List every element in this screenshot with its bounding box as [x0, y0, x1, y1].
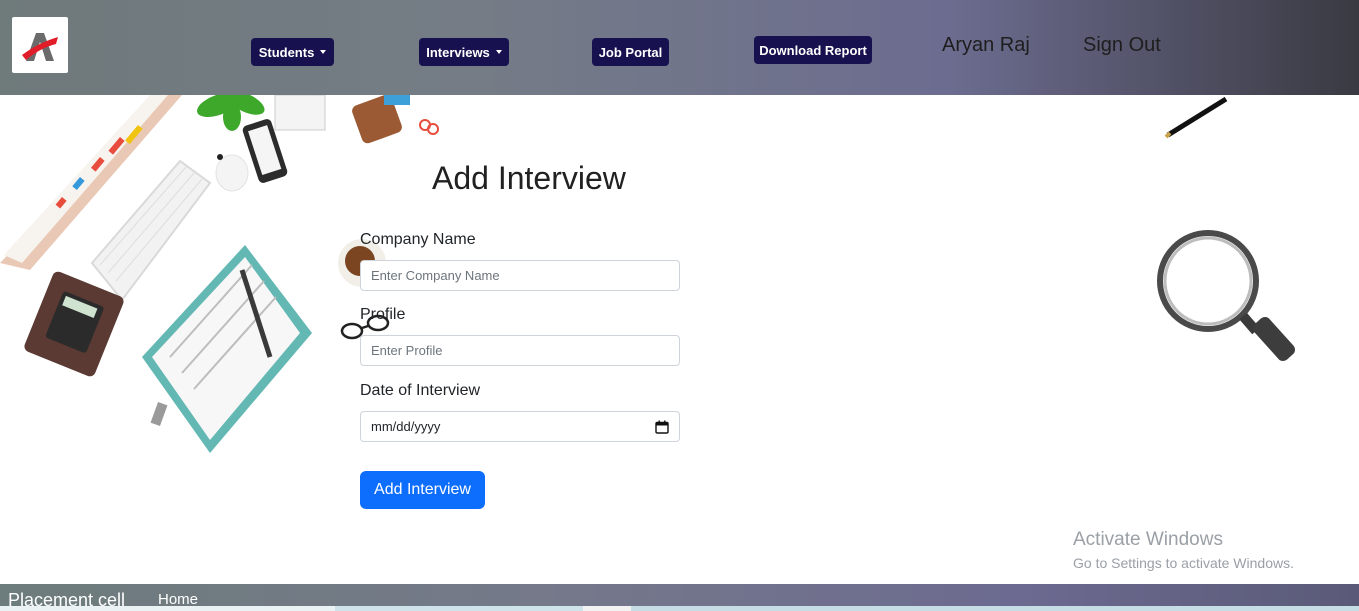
caret-down-icon: [495, 50, 502, 54]
page-title: Add Interview: [432, 160, 626, 196]
footer-strip-segment: [0, 606, 335, 611]
interviews-label: Interviews: [426, 44, 490, 60]
sign-out-link[interactable]: Sign Out: [1083, 34, 1161, 57]
download-report-button[interactable]: Download Report: [754, 36, 872, 64]
top-navbar: Students Interviews Job Portal Download …: [0, 0, 1359, 95]
students-dropdown-button[interactable]: Students: [251, 38, 334, 66]
date-placeholder: mm/dd/yyyy: [371, 419, 441, 434]
job-portal-label: Job Portal: [598, 44, 663, 60]
calendar-icon[interactable]: [655, 420, 669, 434]
company-name-input[interactable]: [360, 260, 680, 291]
interviews-dropdown-button[interactable]: Interviews: [419, 38, 509, 66]
footer-navbar: Placement cell Home: [0, 584, 1359, 611]
add-interview-button[interactable]: Add Interview: [360, 471, 485, 509]
user-name-link[interactable]: Aryan Raj: [942, 34, 1030, 57]
profile-label: Profile: [360, 306, 406, 323]
activate-windows-title: Activate Windows: [1073, 529, 1223, 550]
profile-input[interactable]: [360, 335, 680, 366]
page: Students Interviews Job Portal Download …: [0, 0, 1359, 611]
date-of-interview-label: Date of Interview: [360, 382, 481, 399]
caret-down-icon: [320, 50, 327, 54]
students-label: Students: [258, 44, 315, 60]
footer-strip-segment: [631, 606, 1359, 611]
download-report-label: Download Report: [759, 42, 867, 58]
date-of-interview-input[interactable]: mm/dd/yyyy: [360, 411, 680, 442]
app-logo[interactable]: [12, 17, 68, 73]
activate-windows-subtitle: Go to Settings to activate Windows.: [1073, 555, 1294, 571]
footer-strip-segment: [335, 606, 583, 611]
footer-strip-segment: [583, 606, 631, 611]
company-name-label: Company Name: [360, 231, 476, 248]
job-portal-button[interactable]: Job Portal: [592, 38, 669, 66]
app-logo-icon: [22, 33, 58, 61]
magnifier-illustration: [1157, 96, 1296, 362]
